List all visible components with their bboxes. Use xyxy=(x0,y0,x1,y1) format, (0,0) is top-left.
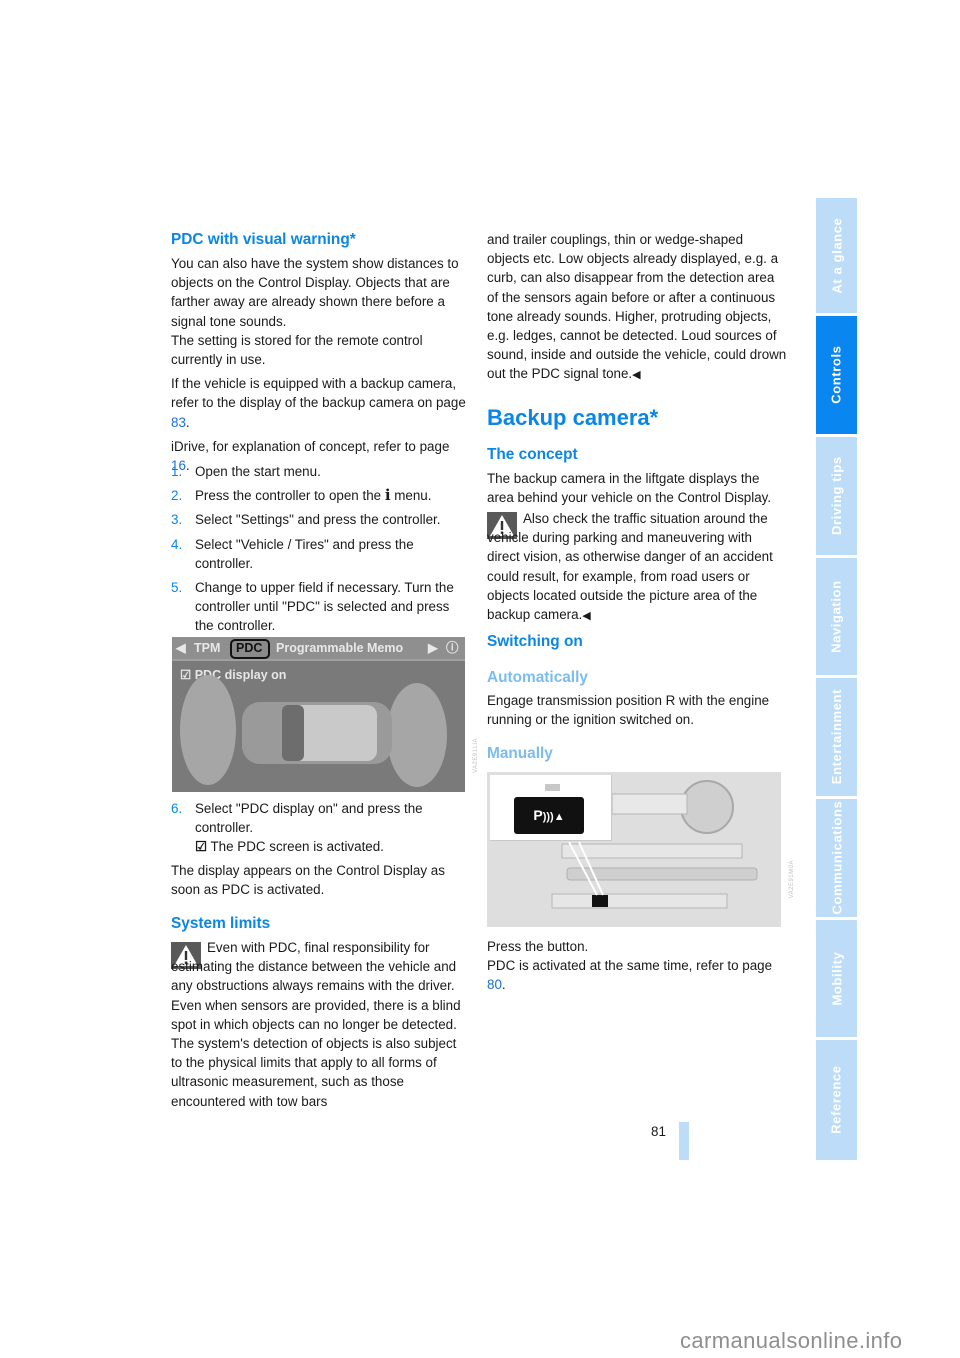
pdc-ref-text: PDC is activated at the same time, refer… xyxy=(487,958,773,974)
tab-label: Communications xyxy=(828,801,844,915)
step-5: 5. Change to upper field if necessary. Tu… xyxy=(171,578,466,636)
tab-controls[interactable]: Controls xyxy=(816,316,857,434)
pdc-display-image: ◀ TPM PDC Programmable Memo ▶ ⓘ ☑ PDC di… xyxy=(172,637,465,792)
pdc-visual-warning-heading: PDC with visual warning* xyxy=(171,231,356,248)
image-code: VA2E91M0A xyxy=(789,860,795,899)
backup-camera-heading: Backup camera* xyxy=(487,405,659,430)
sensor-waves-icon: )))▲ xyxy=(542,811,565,823)
pdc-button: P)))▲ xyxy=(514,797,584,834)
button-row-bottom xyxy=(551,893,728,909)
end-mark-icon: ◀ xyxy=(582,610,591,623)
manually-heading: Manually xyxy=(487,745,553,762)
concept-text: The backup camera in the liftgate displa… xyxy=(487,469,787,507)
tab-label: Driving tips xyxy=(828,456,844,536)
tab-label: At a glance xyxy=(828,217,844,294)
concept-warning: Also check the traffic situation around … xyxy=(487,509,787,626)
system-limits-text: Even with PDC, final responsibility for … xyxy=(171,938,471,1111)
console-image: P)))▲ xyxy=(487,772,781,927)
intro-paragraph-2: If the vehicle is equipped with a backup… xyxy=(171,376,466,430)
tab-label: Navigation xyxy=(828,580,844,653)
page-marker-bar xyxy=(679,1122,689,1160)
step-text-post: menu. xyxy=(390,488,432,504)
step-6-block: 6. Select "PDC display on" and press the … xyxy=(171,799,466,899)
step-text: Change to upper field if necessary. Turn… xyxy=(195,580,454,634)
end-mark-icon: ◀ xyxy=(632,369,641,382)
tab-label: Controls xyxy=(828,345,844,405)
limits-cont-paragraph: and trailer couplings, thin or wedge-sha… xyxy=(487,230,787,386)
step-4: 4. Select "Vehicle / Tires" and press the… xyxy=(171,535,466,573)
page-link-80[interactable]: 80 xyxy=(487,977,502,992)
step-number: 3. xyxy=(171,512,183,528)
step-1: 1. Open the start menu. xyxy=(171,462,466,481)
image-code: VA2E91LIA xyxy=(473,738,479,774)
tab-driving-tips[interactable]: Driving tips xyxy=(816,437,857,555)
tab-label: Entertainment xyxy=(828,689,844,785)
after-steps-text: The display appears on the Control Displ… xyxy=(171,862,445,897)
step-number: 5. xyxy=(171,580,183,596)
pdc-button-closeup: P)))▲ xyxy=(490,775,612,841)
automatically-heading: Automatically xyxy=(487,669,588,686)
tab-reference[interactable]: Reference xyxy=(816,1040,857,1160)
intro-text-3: iDrive, for explanation of concept, refe… xyxy=(171,438,450,454)
front-sensor-zone xyxy=(180,675,236,785)
step-number: 4. xyxy=(171,536,183,552)
intro-text-1: You can also have the system show distan… xyxy=(171,256,459,329)
tab-at-a-glance[interactable]: At a glance xyxy=(816,198,857,313)
step-result: The PDC screen is activated. xyxy=(210,839,384,855)
tab-label: Reference xyxy=(828,1065,844,1135)
pdc-button-small xyxy=(592,895,608,907)
step-6: 6. Select "PDC display on" and press the … xyxy=(171,799,466,857)
tab-navigation[interactable]: Navigation xyxy=(816,558,857,675)
control-knob xyxy=(680,780,734,834)
switching-on-heading: Switching on xyxy=(487,633,583,650)
step-text: Select "Settings" and press the controll… xyxy=(195,512,441,528)
auto-paragraph: Engage transmission position R with the … xyxy=(487,693,770,728)
concept-paragraph: The backup camera in the liftgate displa… xyxy=(487,471,772,506)
step-text: Select "PDC display on" and press the co… xyxy=(195,801,423,836)
page-link-83[interactable]: 83 xyxy=(171,415,186,430)
car-windshield xyxy=(282,705,304,761)
watermark: carmanualsonline.info xyxy=(680,1328,903,1353)
concept-warning-paragraph: Also check the traffic situation around … xyxy=(487,509,787,626)
intro-paragraph-1: You can also have the system show distan… xyxy=(171,254,471,369)
step-text: Press the controller to open the xyxy=(195,488,385,504)
step-number: 6. xyxy=(171,801,183,816)
press-text: Press the button. xyxy=(487,939,589,954)
concept-heading: The concept xyxy=(487,446,578,463)
step-text: Open the start menu. xyxy=(195,464,321,479)
tab-communications[interactable]: Communications xyxy=(816,799,857,917)
button-row-mid xyxy=(561,843,743,859)
tab-mobility[interactable]: Mobility xyxy=(816,920,857,1037)
limits-paragraph: Even with PDC, final responsibility for … xyxy=(171,940,461,1109)
concept-warning-text: Also check the traffic situation around … xyxy=(487,511,773,623)
checkmark-icon: ☑ xyxy=(195,839,208,855)
automatically-text: Engage transmission position R with the … xyxy=(487,691,787,729)
step-text: Select "Vehicle / Tires" and press the c… xyxy=(195,536,414,571)
steps-list: 1. Open the start menu. 2. Press the contr… xyxy=(171,462,466,641)
intro-text-1b: The setting is stored for the remote con… xyxy=(171,332,423,368)
rear-sensor-zone xyxy=(387,683,447,787)
indicator-led xyxy=(545,784,560,791)
pdc-intro: You can also have the system show distan… xyxy=(171,254,471,475)
tab-label: Mobility xyxy=(828,951,844,1006)
press-button-text: Press the button. PDC is activated at the… xyxy=(487,939,773,993)
button-row-top xyxy=(611,793,688,815)
step-number: 2. xyxy=(171,488,183,504)
intro-text-2: If the vehicle is equipped with a backup… xyxy=(171,376,466,411)
car-top-view xyxy=(180,675,447,787)
step-2: 2. Press the controller to open the i men… xyxy=(171,486,466,505)
pdc-button-label: P xyxy=(533,807,543,823)
limits-continuation: and trailer couplings, thin or wedge-sha… xyxy=(487,230,787,386)
step-number: 1. xyxy=(171,464,183,479)
tab-entertainment[interactable]: Entertainment xyxy=(816,678,857,796)
system-limits-heading: System limits xyxy=(171,915,271,932)
step-3: 3. Select "Settings" and press the contro… xyxy=(171,510,466,529)
manual-text: Press the button. PDC is activated at the… xyxy=(487,937,787,995)
page-number: 81 xyxy=(651,1124,666,1139)
limits-cont-text: and trailer couplings, thin or wedge-sha… xyxy=(487,232,787,382)
